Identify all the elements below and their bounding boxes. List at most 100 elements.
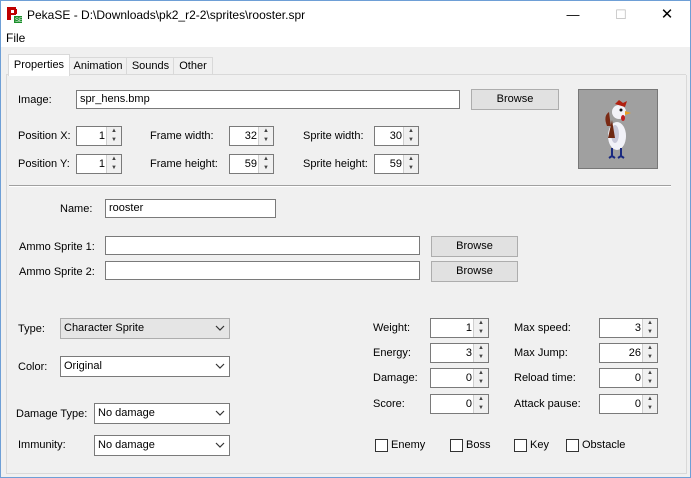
attack-pause-stepper[interactable]: 0 ▲ ▼ — [599, 394, 658, 414]
frame-width-value: 32 — [244, 130, 257, 142]
attack-pause-down-icon[interactable]: ▼ — [643, 404, 657, 413]
frame-width-stepper[interactable]: 32 ▲ ▼ — [229, 126, 274, 146]
obstacle-checkbox-label: Obstacle — [582, 439, 626, 451]
weight-value: 1 — [465, 322, 472, 334]
max-speed-stepper[interactable]: 3 ▲ ▼ — [599, 318, 658, 338]
weight-stepper[interactable]: 1 ▲ ▼ — [430, 318, 489, 338]
max-speed-down-icon[interactable]: ▼ — [643, 328, 657, 337]
position-y-label: Position Y: — [18, 158, 70, 170]
damage-type-label: Damage Type: — [16, 408, 88, 420]
image-browse-button[interactable]: Browse — [471, 89, 559, 110]
ammo-sprite-2-label: Ammo Sprite 2: — [19, 266, 95, 278]
weight-label: Weight: — [373, 322, 411, 334]
immunity-select[interactable]: No damage — [94, 435, 230, 456]
max-speed-value: 3 — [634, 322, 641, 334]
sprite-width-down-icon[interactable]: ▼ — [404, 136, 418, 145]
maximize-button[interactable]: ☐ — [598, 1, 644, 29]
close-button[interactable]: ✕ — [644, 1, 690, 29]
tab-sounds[interactable]: Sounds — [126, 57, 175, 75]
ammo-sprite-2-browse-button[interactable]: Browse — [431, 261, 518, 282]
chevron-down-icon — [215, 410, 225, 416]
boss-checkbox[interactable] — [450, 439, 463, 452]
color-select-value: Original — [64, 360, 102, 372]
sprite-height-value: 59 — [389, 158, 402, 170]
ammo-sprite-1-label: Ammo Sprite 1: — [19, 241, 95, 253]
image-label: Image: — [18, 94, 52, 106]
reload-time-down-icon[interactable]: ▼ — [643, 378, 657, 387]
type-select-value: Character Sprite — [64, 322, 145, 334]
color-label: Color: — [18, 361, 48, 373]
title-bar[interactable]: SE PekaSE - D:\Downloads\pk2_r2-2\sprite… — [1, 1, 690, 29]
boss-checkbox-label: Boss — [466, 439, 491, 451]
immunity-label: Immunity: — [18, 439, 66, 451]
frame-height-value: 59 — [244, 158, 257, 170]
type-select[interactable]: Character Sprite — [60, 318, 230, 339]
max-jump-value: 26 — [628, 347, 641, 359]
chevron-down-icon — [215, 325, 225, 331]
position-y-stepper[interactable]: 1 ▲ ▼ — [76, 154, 122, 174]
weight-down-icon[interactable]: ▼ — [474, 328, 488, 337]
enemy-checkbox[interactable] — [375, 439, 388, 452]
damage-down-icon[interactable]: ▼ — [474, 378, 488, 387]
sprite-width-stepper[interactable]: 30 ▲ ▼ — [374, 126, 419, 146]
section-divider — [9, 185, 671, 187]
score-stepper[interactable]: 0 ▲ ▼ — [430, 394, 489, 414]
energy-value: 3 — [465, 347, 472, 359]
sprite-width-label: Sprite width: — [303, 130, 364, 142]
name-field[interactable]: rooster — [105, 199, 276, 218]
max-jump-down-icon[interactable]: ▼ — [643, 353, 657, 362]
color-select[interactable]: Original — [60, 356, 230, 377]
reload-time-value: 0 — [634, 372, 641, 384]
position-x-value: 1 — [98, 130, 105, 142]
position-y-down-icon[interactable]: ▼ — [107, 164, 121, 173]
score-down-icon[interactable]: ▼ — [474, 404, 488, 413]
score-value: 0 — [465, 398, 472, 410]
tab-properties[interactable]: Properties — [8, 54, 70, 76]
minimize-button[interactable]: — — [550, 1, 596, 29]
chevron-down-icon — [215, 442, 225, 448]
position-y-value: 1 — [98, 158, 105, 170]
close-icon: ✕ — [660, 6, 674, 23]
frame-width-label: Frame width: — [150, 130, 214, 142]
damage-value: 0 — [465, 372, 472, 384]
damage-stepper[interactable]: 0 ▲ ▼ — [430, 368, 489, 388]
rooster-sprite-icon — [605, 100, 631, 159]
sprite-width-value: 30 — [389, 130, 402, 142]
damage-type-select[interactable]: No damage — [94, 403, 230, 424]
position-x-stepper[interactable]: 1 ▲ ▼ — [76, 126, 122, 146]
ammo-sprite-2-field[interactable] — [105, 261, 420, 280]
image-field[interactable]: spr_hens.bmp — [76, 90, 460, 109]
frame-height-label: Frame height: — [150, 158, 218, 170]
name-label: Name: — [60, 203, 93, 215]
reload-time-stepper[interactable]: 0 ▲ ▼ — [599, 368, 658, 388]
ammo-sprite-1-field[interactable] — [105, 236, 420, 255]
frame-width-down-icon[interactable]: ▼ — [259, 136, 273, 145]
app-window: SE PekaSE - D:\Downloads\pk2_r2-2\sprite… — [0, 0, 691, 478]
position-x-down-icon[interactable]: ▼ — [107, 136, 121, 145]
tab-other[interactable]: Other — [173, 57, 213, 75]
energy-label: Energy: — [373, 347, 411, 359]
sprite-height-stepper[interactable]: 59 ▲ ▼ — [374, 154, 419, 174]
window-title: PekaSE - D:\Downloads\pk2_r2-2\sprites\r… — [27, 8, 306, 22]
damage-type-select-value: No damage — [98, 407, 155, 419]
attack-pause-label: Attack pause: — [514, 398, 581, 410]
tab-animation[interactable]: Animation — [68, 57, 128, 75]
energy-down-icon[interactable]: ▼ — [474, 353, 488, 362]
frame-height-stepper[interactable]: 59 ▲ ▼ — [229, 154, 274, 174]
attack-pause-value: 0 — [634, 398, 641, 410]
sprite-preview — [578, 89, 658, 169]
maximize-icon: ☐ — [615, 7, 627, 22]
sprite-height-down-icon[interactable]: ▼ — [404, 164, 418, 173]
chevron-down-icon — [215, 363, 225, 369]
ammo-sprite-1-browse-button[interactable]: Browse — [431, 236, 518, 257]
svg-text:SE: SE — [15, 18, 22, 23]
menu-file[interactable]: File — [6, 31, 25, 45]
damage-label: Damage: — [373, 372, 418, 384]
key-checkbox[interactable] — [514, 439, 527, 452]
obstacle-checkbox[interactable] — [566, 439, 579, 452]
max-jump-stepper[interactable]: 26 ▲ ▼ — [599, 343, 658, 363]
frame-height-down-icon[interactable]: ▼ — [259, 164, 273, 173]
max-speed-label: Max speed: — [514, 322, 571, 334]
energy-stepper[interactable]: 3 ▲ ▼ — [430, 343, 489, 363]
score-label: Score: — [373, 398, 405, 410]
